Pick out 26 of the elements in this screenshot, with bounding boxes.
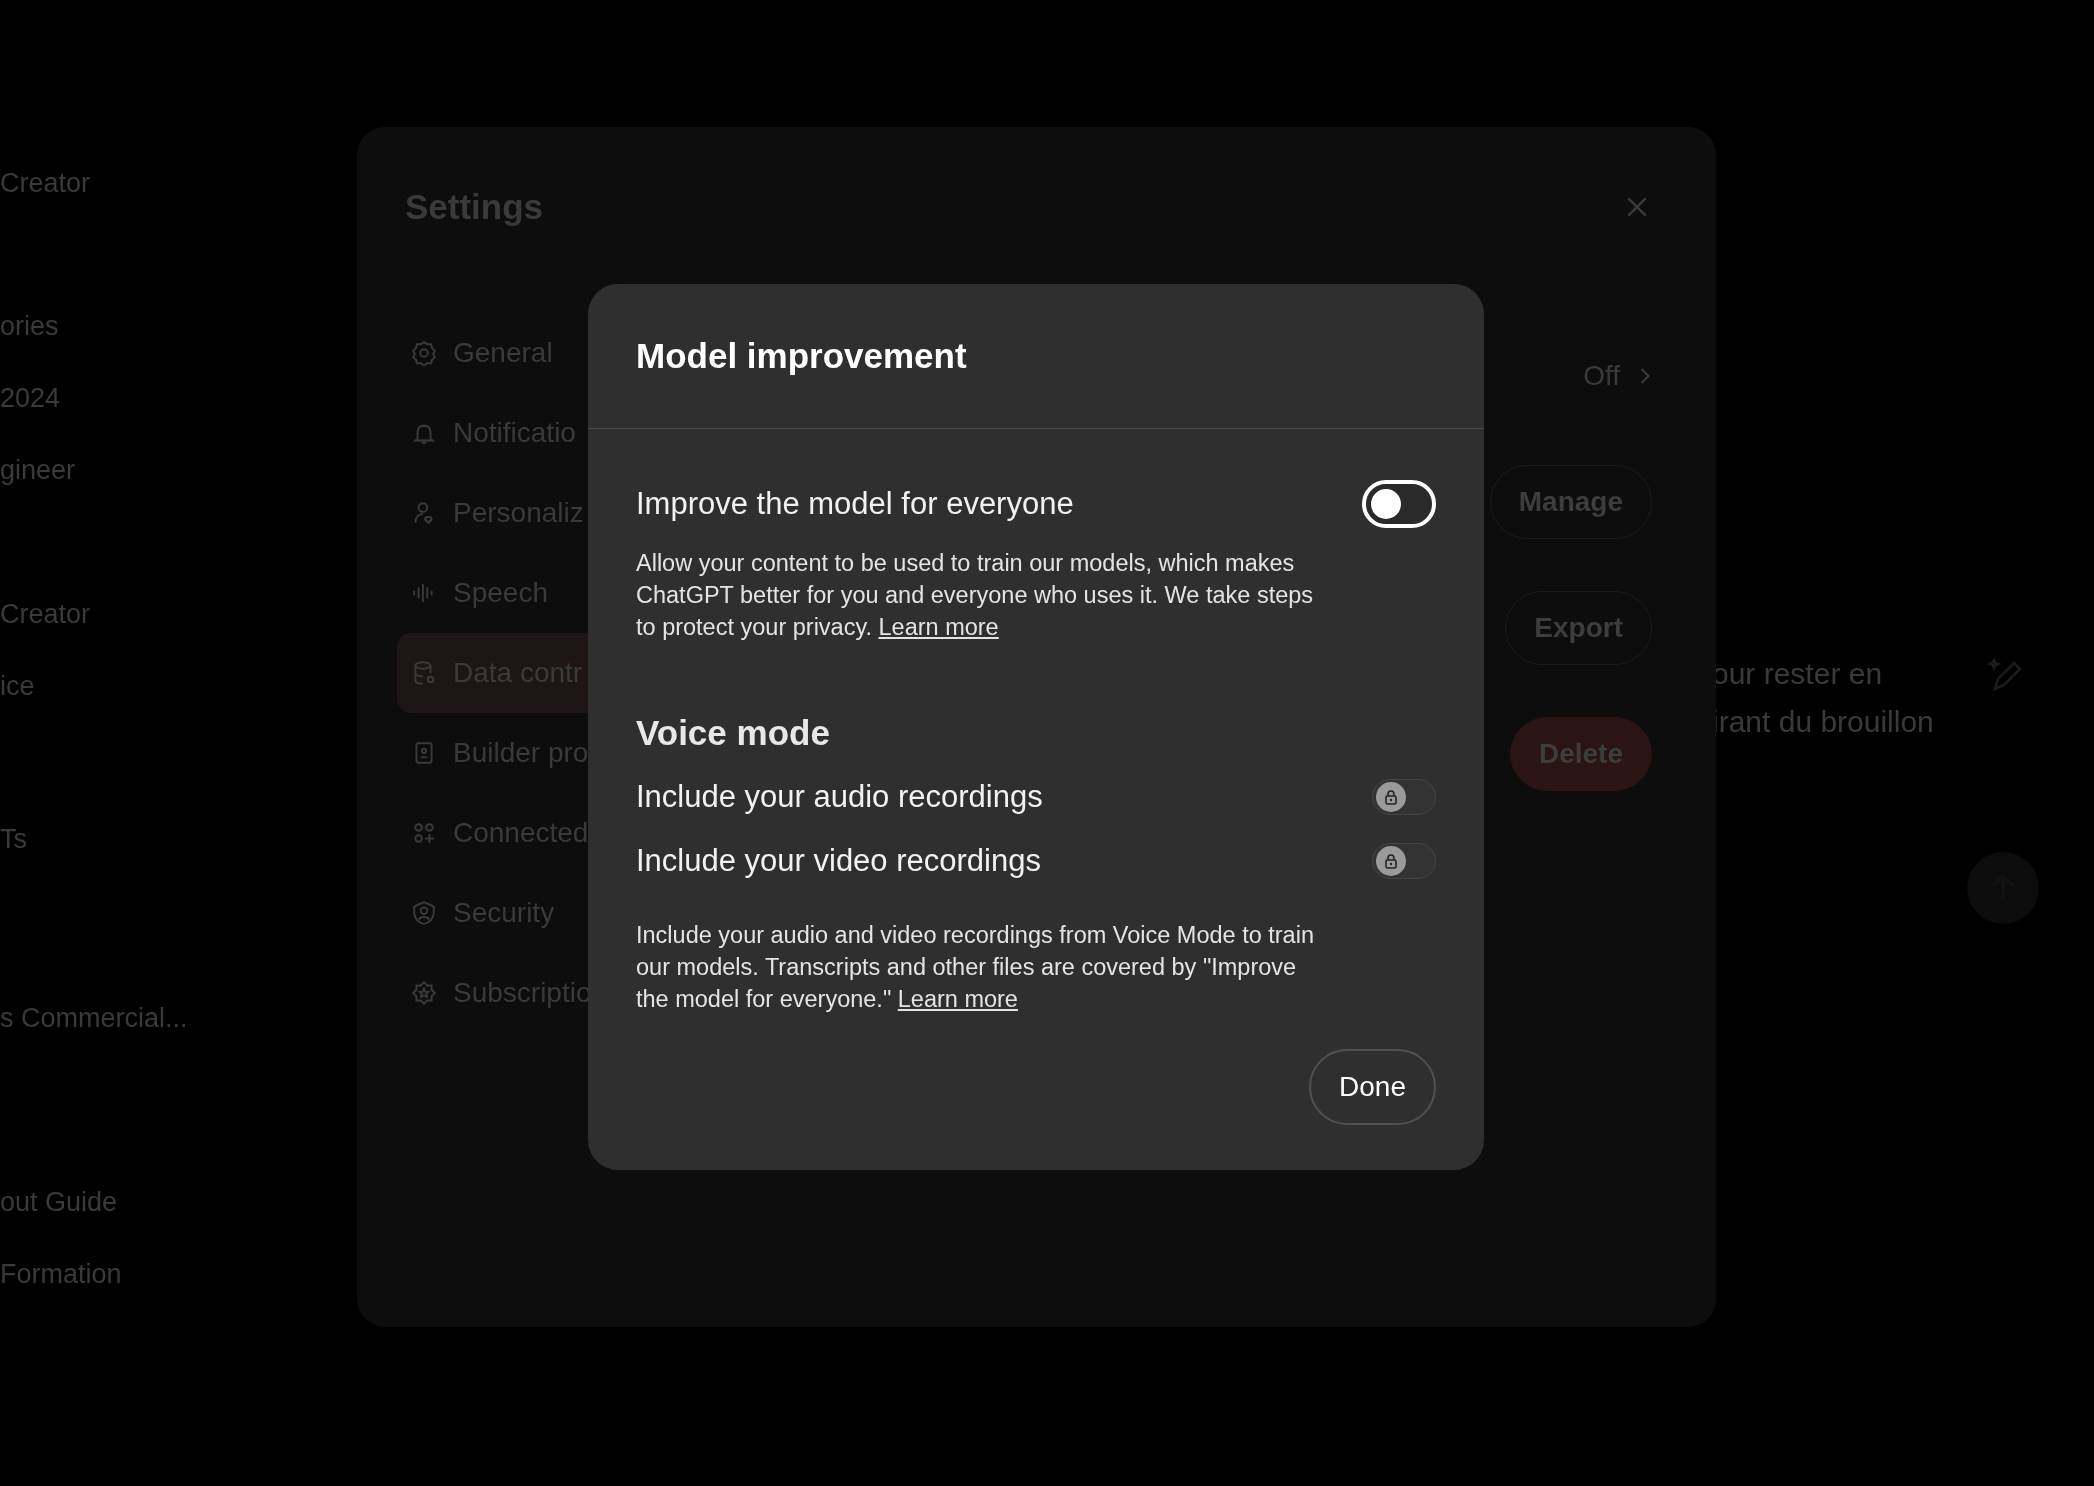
toggle-switch[interactable] bbox=[1372, 843, 1436, 879]
db-icon bbox=[411, 660, 437, 686]
description-text: Include your audio and video recordings from Voice Mode to train our models. Transcripts and other files are covered by "Improve the model for everyone." Learn more bbox=[636, 921, 1315, 1014]
chat-title[interactable]: 2024 bbox=[0, 380, 61, 416]
section-heading: Voice mode bbox=[636, 713, 831, 753]
chat-title[interactable]: Formation bbox=[0, 1256, 122, 1292]
setting-label: Include your audio recordings bbox=[636, 779, 1043, 815]
toggle-switch[interactable] bbox=[1372, 779, 1436, 815]
star-icon bbox=[411, 980, 437, 1006]
chat-title[interactable]: ice bbox=[0, 668, 35, 704]
setting-label: Include your video recordings bbox=[636, 843, 1041, 879]
chat-title[interactable]: gineer bbox=[0, 452, 76, 488]
shield-icon bbox=[411, 900, 437, 926]
chat-title[interactable]: Creator bbox=[0, 596, 91, 632]
chat-title[interactable]: s Commercial... bbox=[0, 1000, 188, 1036]
setting-label: Improve the model for everyone bbox=[636, 486, 1074, 522]
chat-title[interactable]: Ts bbox=[0, 821, 27, 857]
chat-title[interactable]: out Guide bbox=[0, 1184, 118, 1220]
learn-more-link[interactable]: Learn more bbox=[897, 986, 1018, 1012]
modal-title: Model improvement bbox=[636, 336, 967, 376]
grid-icon bbox=[411, 820, 437, 846]
learn-more-link[interactable]: Learn more bbox=[878, 614, 999, 640]
done-button[interactable]: Done bbox=[1309, 1049, 1436, 1125]
settings-icon bbox=[411, 340, 437, 366]
chat-title[interactable]: Creator bbox=[0, 165, 91, 201]
chat-title[interactable]: ories bbox=[0, 308, 59, 344]
